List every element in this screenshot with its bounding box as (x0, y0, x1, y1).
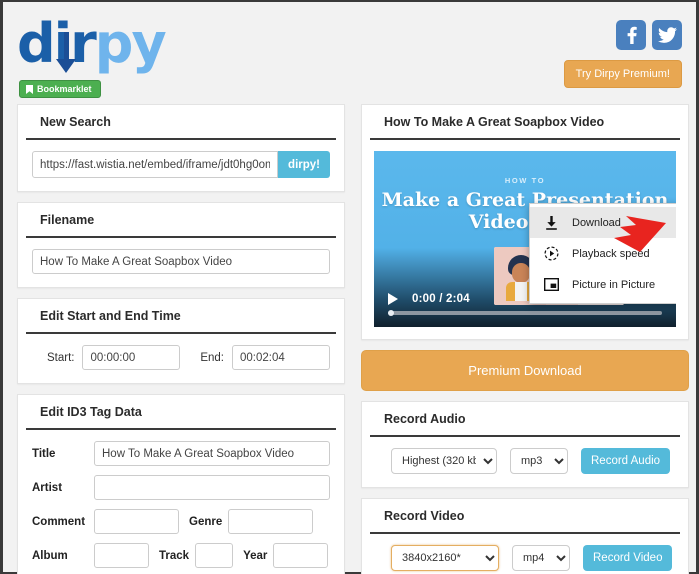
social-links (616, 20, 682, 50)
record-video-panel: Record Video 3840x2160* mp4 Record Video… (361, 498, 689, 574)
id3-title: Edit ID3 Tag Data (26, 395, 336, 430)
start-time-label: Start: (47, 351, 75, 364)
id3-year-label: Year (243, 549, 268, 562)
id3-genre-input[interactable] (228, 509, 314, 534)
progress-knob[interactable] (388, 310, 394, 316)
id3-artist-input[interactable] (94, 475, 330, 500)
try-premium-button[interactable]: Try Dirpy Premium! (563, 60, 682, 88)
id3-comment-input[interactable] (94, 509, 179, 534)
edit-time-title: Edit Start and End Time (26, 299, 336, 334)
video-format-select[interactable]: mp4 (512, 545, 570, 571)
id3-title-label: Title (32, 447, 56, 460)
download-icon (540, 215, 562, 230)
right-column: How To Make A Great Soapbox Video HOW TO… (361, 104, 689, 574)
id3-track-label: Track (159, 549, 190, 562)
edit-time-panel: Edit Start and End Time Start: End: (17, 298, 345, 384)
twitter-button[interactable] (652, 20, 682, 50)
facebook-icon (627, 26, 637, 44)
browser-page: dirpy Bookmarklet Try Dirpy Premium! New… (0, 0, 699, 574)
logo-text-light: py (94, 12, 167, 75)
new-search-panel: New Search dirpy! (17, 104, 345, 192)
facebook-button[interactable] (616, 20, 646, 50)
video-title: How To Make A Great Soapbox Video (370, 105, 680, 140)
context-menu-item-picture-in-picture[interactable]: Picture in Picture (530, 269, 676, 300)
record-audio-title: Record Audio (370, 402, 680, 437)
end-time-label: End: (200, 351, 224, 364)
video-panel: How To Make A Great Soapbox Video HOW TO… (361, 104, 689, 340)
end-time-input[interactable] (232, 345, 330, 370)
id3-comment-label: Comment (32, 515, 86, 528)
poster-eyebrow: HOW TO (504, 176, 546, 185)
filename-input[interactable] (32, 249, 330, 274)
mouse-cursor-arrow-icon (606, 211, 668, 260)
video-resolution-select[interactable]: 3840x2160* (391, 545, 499, 571)
start-time-input[interactable] (82, 345, 181, 370)
picture-in-picture-icon (540, 278, 562, 291)
audio-format-select[interactable]: mp3 (510, 448, 568, 474)
context-menu-label-picture-in-picture: Picture in Picture (572, 278, 656, 291)
audio-quality-select[interactable]: Highest (320 kbps) (391, 448, 497, 474)
filename-title: Filename (26, 203, 336, 238)
playback-speed-icon (540, 246, 562, 261)
video-progress-bar[interactable] (388, 310, 662, 316)
record-video-title: Record Video (370, 499, 680, 534)
record-audio-panel: Record Audio Highest (320 kbps) mp3 Reco… (361, 401, 689, 488)
id3-year-input[interactable] (273, 543, 329, 568)
id3-album-input[interactable] (94, 543, 149, 568)
logo-text: dirpy (17, 12, 167, 75)
dirpy-submit-button[interactable]: dirpy! (278, 151, 330, 178)
filename-panel: Filename (17, 202, 345, 288)
new-search-title: New Search (26, 105, 336, 140)
id3-album-label: Album (32, 549, 68, 562)
video-time-display: 0:00 / 2:04 (412, 293, 470, 305)
id3-track-input[interactable] (195, 543, 234, 568)
id3-artist-label: Artist (32, 481, 63, 494)
premium-download-button[interactable]: Premium Download (361, 350, 689, 391)
bookmark-icon (26, 84, 33, 94)
bookmarklet-label: Bookmarklet (37, 84, 92, 94)
record-audio-button[interactable]: Record Audio (581, 448, 671, 474)
twitter-icon (657, 27, 677, 43)
bookmarklet-badge[interactable]: Bookmarklet (19, 80, 101, 98)
id3-genre-label: Genre (189, 515, 223, 528)
play-icon[interactable] (388, 293, 398, 305)
search-url-input[interactable] (32, 151, 279, 178)
id3-panel: Edit ID3 Tag Data Title Artist Comment G… (17, 394, 345, 574)
record-video-button[interactable]: Record Video (583, 545, 673, 571)
dirpy-logo[interactable]: dirpy (17, 12, 167, 75)
video-player[interactable]: HOW TO Make a Great Presentation Video w… (374, 151, 676, 327)
id3-title-input[interactable] (94, 441, 330, 466)
left-column: New Search dirpy! Filename Edit Start an… (17, 104, 345, 574)
